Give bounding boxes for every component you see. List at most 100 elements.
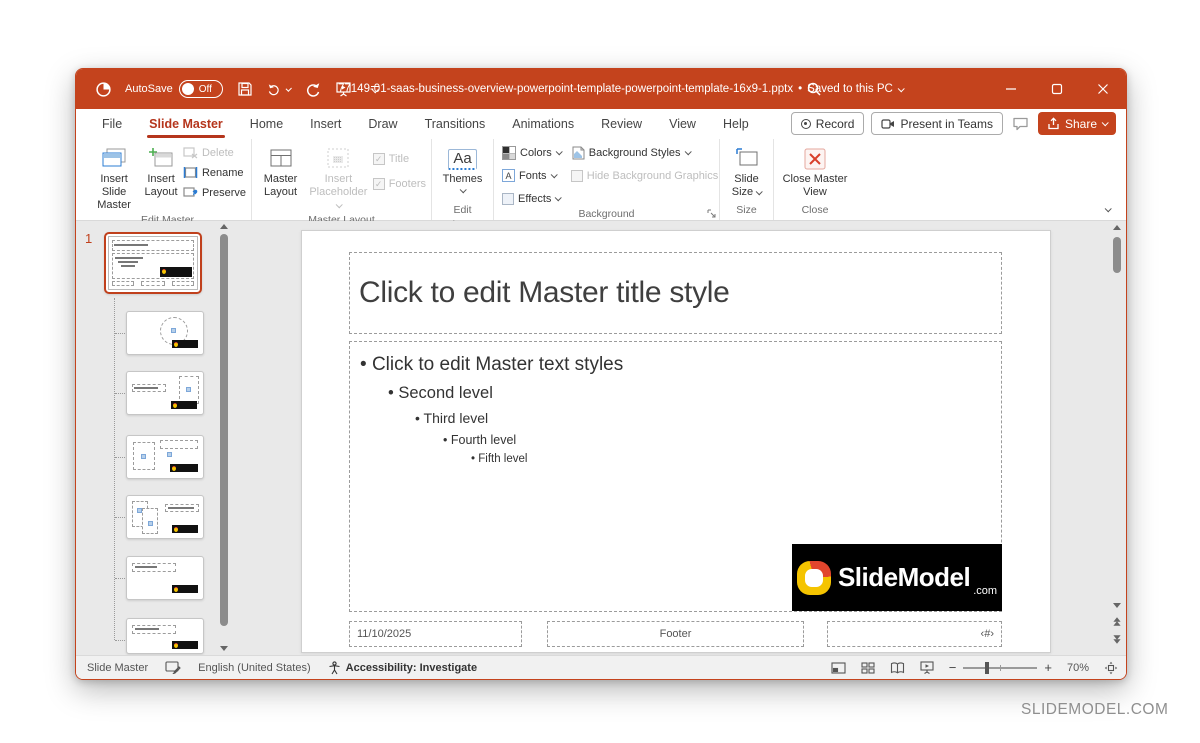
slide-number-label: 1: [85, 231, 92, 246]
group-label-edit-theme: Edit Theme: [437, 203, 488, 220]
status-view-name[interactable]: Slide Master: [87, 662, 148, 674]
status-bar: Slide Master English (United States) Acc…: [76, 655, 1126, 679]
title-bar: AutoSave Off 7: [76, 69, 1126, 109]
themes-button[interactable]: Aa Themes: [438, 142, 488, 193]
preserve-button[interactable]: Preserve: [183, 184, 246, 201]
toggle-knob-icon: [182, 83, 194, 95]
scroll-up-icon[interactable]: [220, 224, 228, 229]
bullet-level-3: Third level: [415, 410, 1001, 426]
tab-draw[interactable]: Draw: [368, 117, 397, 131]
colors-button[interactable]: Colors: [502, 144, 561, 161]
previous-slide-button[interactable]: [1113, 617, 1121, 626]
layout-thumbnail[interactable]: [126, 618, 204, 654]
record-icon: [801, 119, 811, 129]
autosave-toggle[interactable]: AutoSave Off: [125, 80, 223, 98]
scrollbar-thumb[interactable]: [220, 234, 228, 626]
filename: 77149-01-saas-business-overview-powerpoi…: [338, 69, 793, 109]
present-in-teams-button[interactable]: Present in Teams: [871, 112, 1003, 135]
zoom-in-button[interactable]: +: [1044, 660, 1052, 675]
next-slide-button[interactable]: [1113, 635, 1121, 644]
checkbox-checked-icon: ✓: [373, 153, 385, 165]
tab-slide-master[interactable]: Slide Master: [149, 117, 223, 131]
scrollbar-thumb[interactable]: [1113, 237, 1121, 273]
insert-layout-button[interactable]: Insert Layout: [141, 142, 181, 199]
tab-file[interactable]: File: [102, 117, 122, 131]
normal-view-button[interactable]: [831, 662, 846, 674]
maximize-button[interactable]: [1034, 69, 1080, 109]
comments-icon[interactable]: [1012, 116, 1029, 132]
tab-view[interactable]: View: [669, 117, 696, 131]
hide-background-graphics-checkbox: Hide Background Graphics: [571, 167, 718, 184]
redo-icon[interactable]: [304, 80, 322, 98]
slide-size-icon: [734, 145, 760, 173]
collapse-ribbon-icon[interactable]: [1105, 205, 1112, 212]
master-layout-button[interactable]: Master Layout: [257, 142, 304, 199]
autosave-switch[interactable]: Off: [179, 80, 223, 98]
tab-insert[interactable]: Insert: [310, 117, 341, 131]
chevron-down-icon: [336, 202, 343, 209]
layout-thumbnail[interactable]: [126, 311, 204, 355]
title-placeholder[interactable]: Click to edit Master title style: [349, 252, 1002, 334]
record-button[interactable]: Record: [791, 112, 865, 135]
slide-size-button[interactable]: Slide Size: [725, 142, 768, 199]
insert-slide-master-button[interactable]: Insert Slide Master: [89, 142, 139, 213]
scroll-down-icon[interactable]: [1113, 603, 1121, 608]
layout-thumbnail[interactable]: [126, 371, 204, 415]
slidemodel-logo: SlideModel .com: [792, 544, 1002, 611]
slideshow-view-button[interactable]: [920, 661, 934, 674]
zoom-out-button[interactable]: −: [949, 660, 957, 675]
checkbox-unchecked-icon: [571, 170, 583, 182]
background-styles-icon: [571, 146, 585, 160]
layout-thumbnail[interactable]: [126, 435, 204, 479]
layout-thumbnail[interactable]: [126, 495, 204, 539]
date-placeholder[interactable]: 11/10/2025: [349, 621, 522, 647]
slide-canvas[interactable]: Click to edit Master title style Click t…: [301, 230, 1051, 653]
tab-review[interactable]: Review: [601, 117, 642, 131]
dialog-launcher-icon[interactable]: [707, 209, 716, 218]
scroll-down-icon[interactable]: [220, 646, 228, 651]
scroll-up-icon[interactable]: [1113, 225, 1121, 230]
bullet-level-5: Fifth level: [471, 453, 1001, 465]
tab-home[interactable]: Home: [250, 117, 283, 131]
fonts-button[interactable]: A Fonts: [502, 167, 561, 184]
effects-button[interactable]: Effects: [502, 190, 561, 207]
insert-layout-icon: [148, 145, 174, 173]
rename-button[interactable]: Rename: [183, 164, 246, 181]
tab-transitions[interactable]: Transitions: [425, 117, 486, 131]
tab-animations[interactable]: Animations: [512, 117, 574, 131]
slide-master-thumbnail[interactable]: [104, 232, 202, 294]
ribbon: Insert Slide Master Insert Layout Delete: [76, 139, 1126, 221]
zoom-slider[interactable]: [963, 667, 1037, 669]
footer-placeholder[interactable]: Footer: [547, 621, 804, 647]
group-label-background: Background: [499, 207, 714, 222]
undo-icon[interactable]: [267, 80, 291, 98]
close-master-view-button[interactable]: Close Master View: [779, 142, 851, 199]
zoom-slider-thumb[interactable]: [985, 662, 989, 674]
status-language[interactable]: English (United States): [198, 662, 311, 674]
minimize-button[interactable]: [988, 69, 1034, 109]
fit-to-window-button[interactable]: [1104, 661, 1118, 675]
chevron-down-icon: [1102, 119, 1109, 126]
zoom-percentage[interactable]: 70%: [1067, 662, 1089, 674]
powerpoint-app-icon[interactable]: [94, 80, 112, 98]
page-watermark: SLIDEMODEL.COM: [1021, 701, 1168, 719]
share-button[interactable]: Share: [1038, 112, 1116, 135]
workspace: 1: [76, 221, 1126, 655]
search-icon[interactable]: [805, 80, 823, 98]
slide-sorter-button[interactable]: [861, 662, 875, 674]
display-settings-icon[interactable]: [165, 661, 181, 674]
bullet-level-1: Click to edit Master text styles: [360, 354, 1001, 376]
thumbnail-scrollbar[interactable]: [219, 224, 229, 639]
close-button[interactable]: [1080, 69, 1126, 109]
save-icon[interactable]: [236, 80, 254, 98]
vertical-scrollbar[interactable]: [1111, 225, 1123, 651]
tab-help[interactable]: Help: [723, 117, 749, 131]
reading-view-button[interactable]: [890, 662, 905, 674]
accessibility-status[interactable]: Accessibility: Investigate: [328, 661, 477, 675]
background-styles-button[interactable]: Background Styles: [571, 144, 718, 161]
ribbon-group-master-layout: Master Layout Insert Placeholder ✓ Title: [252, 139, 432, 220]
slide-number-placeholder[interactable]: ‹#›: [827, 621, 1002, 647]
chevron-down-icon: [555, 148, 562, 155]
slide-number-text: ‹#›: [981, 628, 994, 640]
layout-thumbnail[interactable]: [126, 556, 204, 600]
